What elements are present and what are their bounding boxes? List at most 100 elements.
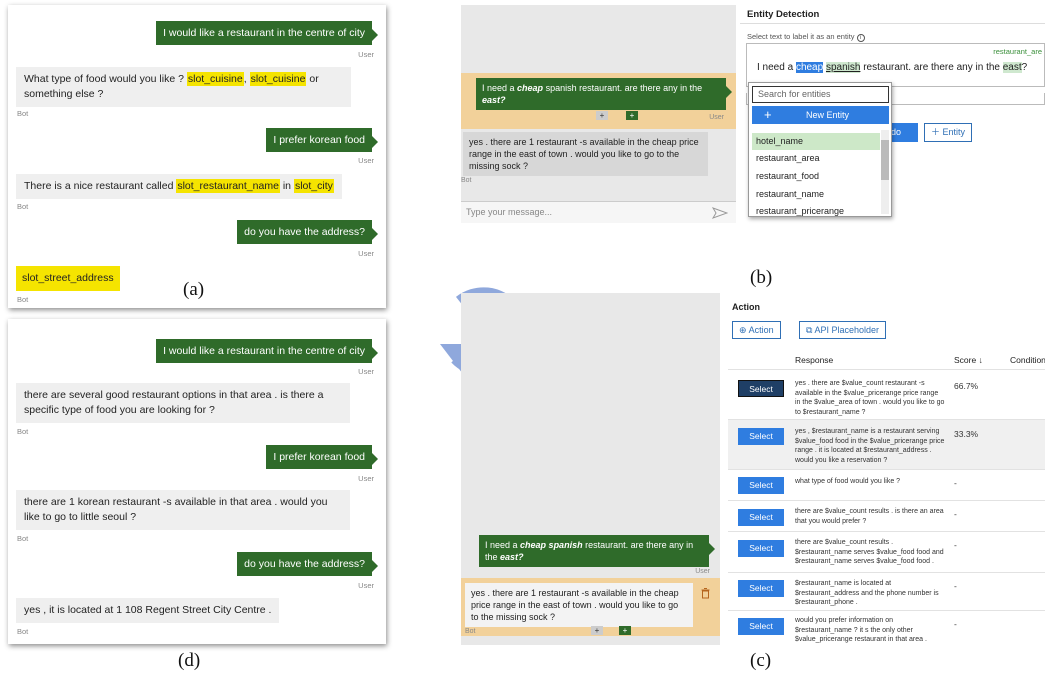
api-icon: ⧉	[806, 325, 813, 335]
select-button[interactable]: Select	[738, 540, 784, 557]
user-label: User	[358, 156, 374, 165]
instruction-text: Select text to label it as an entity i	[747, 32, 865, 42]
action-row: Select there are $value_count results . …	[728, 531, 1045, 572]
entity-option[interactable]: hotel_name	[752, 133, 880, 150]
entity-option[interactable]: restaurant_food	[752, 168, 880, 185]
bot-label: Bot	[17, 109, 29, 118]
score-value: -	[954, 478, 957, 488]
bot-message[interactable]: yes . there are 1 restaurant -s availabl…	[463, 132, 708, 176]
user-message: I prefer korean food	[266, 445, 378, 469]
add-turn-icon[interactable]: +	[619, 626, 631, 635]
slot-city: slot_city	[293, 179, 334, 193]
add-turn-icon[interactable]: +	[596, 111, 608, 120]
add-entity-button[interactable]: ＋ Entity	[924, 123, 973, 142]
add-action-button[interactable]: ⊕ Action	[732, 321, 781, 339]
user-message[interactable]: I need a cheap spanish restaurant. are t…	[476, 78, 732, 110]
plus-icon: +	[764, 107, 772, 122]
bot-text: ,	[243, 73, 247, 85]
score-value: -	[954, 581, 957, 591]
bot-message: yes , it is located at 1 108 Regent Stre…	[16, 598, 280, 623]
score-value: -	[954, 509, 957, 519]
bot-label: Bot	[461, 177, 472, 184]
token[interactable]: ?	[1022, 62, 1028, 73]
select-button[interactable]: Select	[738, 428, 784, 445]
user-label: User	[358, 50, 374, 59]
entity-picker-dropdown[interactable]: Search for entities + New Entity hotel_n…	[748, 82, 892, 217]
entity-option[interactable]: restaurant_name	[752, 186, 880, 203]
caption-a: (a)	[183, 279, 205, 300]
add-turn-icon[interactable]: +	[626, 111, 638, 120]
bot-message: There is a nice restaurant called slot_r…	[16, 174, 342, 199]
entity-token[interactable]: east	[1002, 62, 1022, 73]
input-placeholder: Type your message...	[466, 207, 553, 217]
scrollbar-thumb[interactable]	[881, 140, 889, 180]
user-message: do you have the address?	[237, 220, 378, 244]
slot-restaurant-name: slot_restaurant_name	[176, 179, 280, 193]
entity-text-box[interactable]: restaurant_are I need a cheap spanish re…	[746, 43, 1045, 87]
entity-option[interactable]: restaurant_pricerange	[752, 203, 880, 216]
select-button[interactable]: Select	[738, 618, 784, 635]
send-icon[interactable]	[712, 207, 728, 219]
api-placeholder-button[interactable]: ⧉ API Placeholder	[799, 321, 886, 339]
token[interactable]: I need a	[757, 62, 793, 73]
entity-sentence[interactable]: I need a cheap spanish restaurant. are t…	[757, 62, 1027, 73]
action-row: Select what type of food would you like …	[728, 469, 1045, 500]
selected-token[interactable]: cheap	[795, 62, 824, 73]
action-row: Select yes . there are $value_count rest…	[728, 369, 1045, 419]
msg-text-bold: east?	[500, 552, 524, 562]
response-text: yes , $restaurant_name is a restaurant s…	[795, 428, 945, 464]
divider	[740, 23, 1045, 24]
select-button[interactable]: Select	[738, 477, 784, 494]
entity-option[interactable]: restaurant_area	[752, 150, 880, 167]
bot-message[interactable]: yes . there are 1 restaurant -s availabl…	[465, 583, 693, 627]
bot-label: Bot	[17, 534, 29, 543]
trash-icon[interactable]	[701, 588, 710, 599]
token[interactable]: restaurant. are there any in the	[863, 62, 1000, 73]
slot-cuisine: slot_cuisine	[186, 72, 244, 86]
bot-label: Bot	[17, 627, 29, 636]
entity-token[interactable]: spanish	[825, 62, 861, 73]
response-text: there are $value_count results . $restau…	[795, 539, 944, 565]
msg-text-bold: cheap spanish	[520, 540, 583, 550]
dropdown-scrollbar[interactable]	[881, 130, 889, 214]
user-message: I prefer korean food	[266, 128, 378, 152]
action-row: Select yes , $restaurant_name is a resta…	[728, 419, 1045, 469]
user-label: User	[709, 114, 724, 121]
response-text: $restaurant_name is located at $restaura…	[795, 580, 939, 606]
user-message[interactable]: I need a cheap spanish restaurant. are t…	[479, 535, 715, 567]
caption-c: (c)	[750, 650, 772, 671]
select-button[interactable]: Select	[738, 380, 784, 397]
bot-text: something else ?	[24, 88, 104, 100]
action-row: Select would you prefer information on $…	[728, 610, 1045, 645]
user-label: User	[358, 581, 374, 590]
new-entity-button[interactable]: + New Entity	[752, 106, 889, 124]
panel-d-dialog: I would like a restaurant in the centre …	[8, 319, 386, 644]
response-text: would you prefer information on $restaur…	[795, 617, 927, 643]
entity-tag: restaurant_are	[993, 47, 1042, 56]
entity-detection-title: Entity Detection	[747, 9, 820, 20]
user-label: User	[358, 367, 374, 376]
bot-text: There is a nice restaurant called	[24, 180, 174, 192]
column-header-response[interactable]: Response	[795, 355, 833, 365]
caption-b: (b)	[750, 267, 773, 288]
bot-message: What type of food would you like ? slot_…	[16, 67, 351, 107]
msg-text-bold: east?	[482, 95, 506, 105]
column-header-score[interactable]: Score ↓	[954, 355, 983, 365]
message-input[interactable]: Type your message...	[461, 201, 736, 223]
info-icon[interactable]: i	[856, 34, 865, 42]
action-row: Select $restaurant_name is located at $r…	[728, 572, 1045, 610]
msg-text: I need a	[485, 540, 518, 550]
response-text: yes . there are $value_count restaurant …	[795, 380, 945, 416]
column-header-condition[interactable]: Condition	[1010, 355, 1045, 365]
panel-c-chat: I need a cheap spanish restaurant. are t…	[461, 293, 720, 645]
bot-label: Bot	[465, 628, 476, 635]
add-turn-icon[interactable]: +	[591, 626, 603, 635]
score-value: -	[954, 619, 957, 629]
caption-d: (d)	[178, 650, 201, 671]
instruction-label: Select text to label it as an entity	[747, 32, 855, 41]
bot-label: Bot	[17, 427, 29, 436]
entity-search-input[interactable]: Search for entities	[752, 86, 889, 103]
select-button[interactable]: Select	[738, 580, 784, 597]
select-button[interactable]: Select	[738, 509, 784, 526]
user-message: do you have the address?	[237, 552, 378, 576]
